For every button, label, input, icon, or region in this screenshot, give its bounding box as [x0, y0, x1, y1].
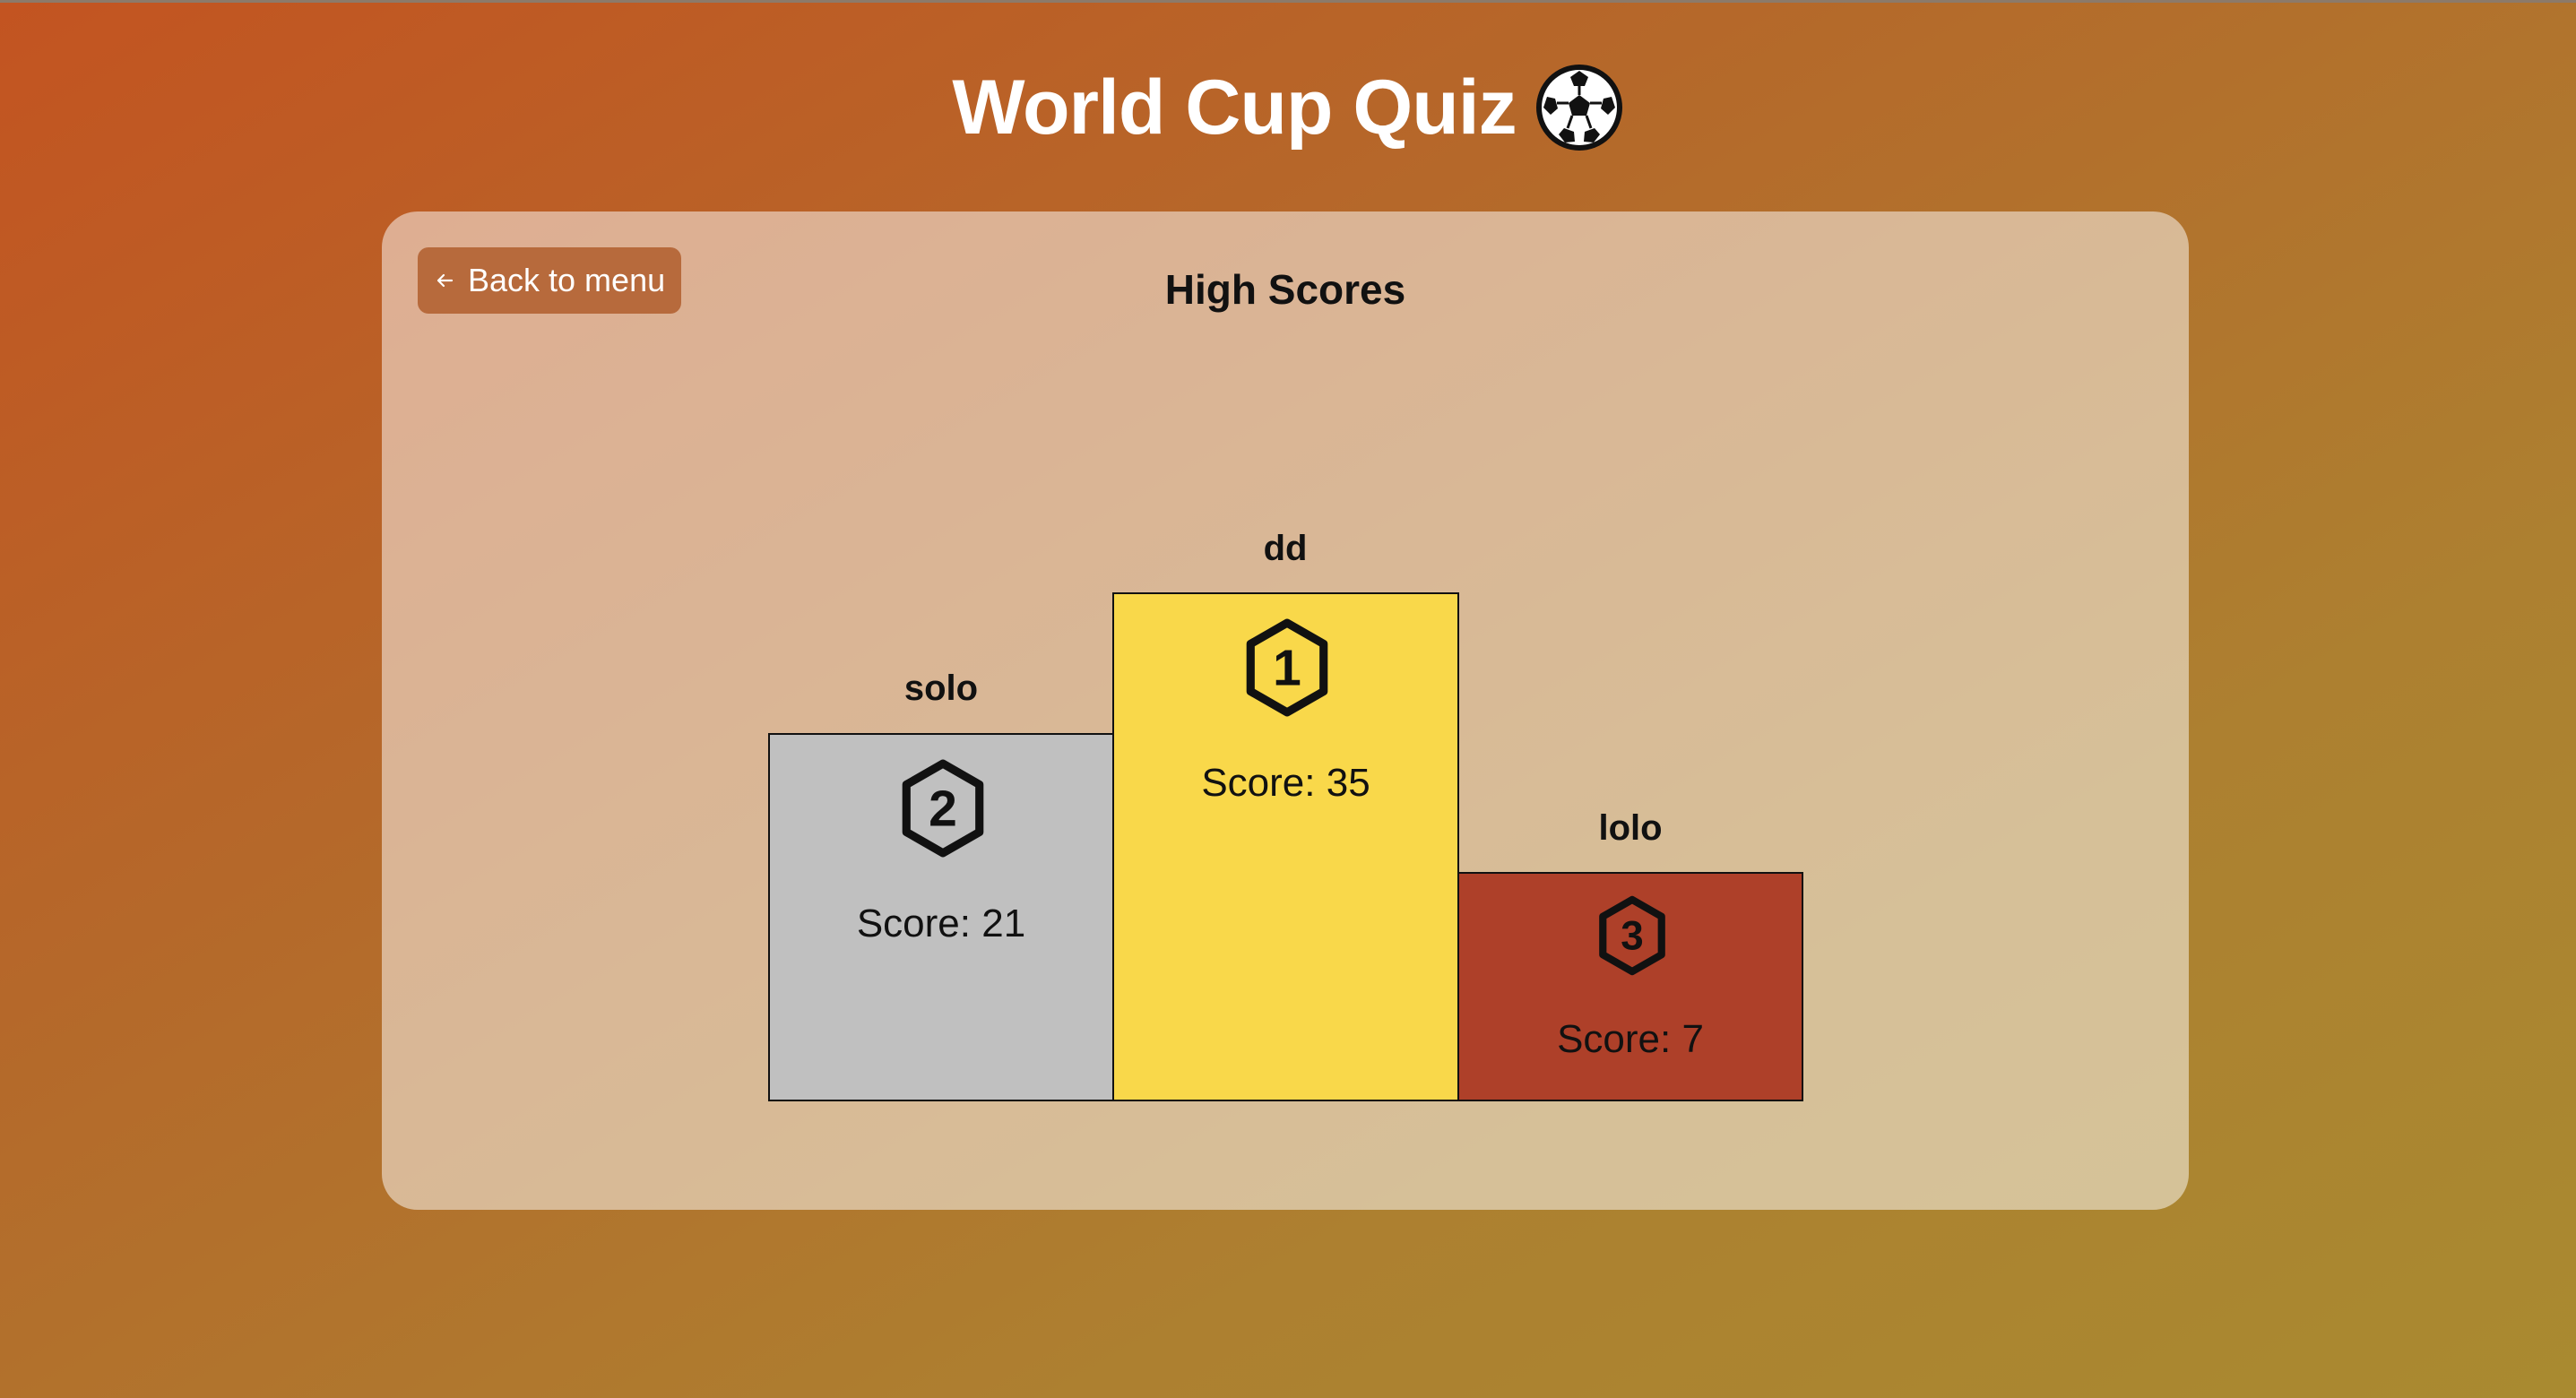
- podium-second-score: Score: 21: [856, 902, 1026, 945]
- high-scores-title: High Scores: [1164, 266, 1406, 313]
- window-top-border: [0, 0, 2576, 3]
- podium-first-name: dd: [1263, 529, 1308, 568]
- podium-first-score: Score: 35: [1201, 761, 1370, 805]
- app-header: World Cup Quiz: [0, 54, 2576, 161]
- svg-text:1: 1: [1273, 639, 1301, 696]
- rank-2-hexagon-icon: 2: [902, 759, 984, 858]
- high-scores-panel: Back to menu High Scores solo 2 Score: 2…: [382, 211, 2189, 1210]
- soccer-ball-icon: [1535, 65, 1622, 151]
- svg-text:3: 3: [1621, 913, 1643, 959]
- podium-third-block: 3 Score: 7: [1457, 872, 1803, 1101]
- podium-third-score: Score: 7: [1557, 1017, 1704, 1061]
- app-title: World Cup Quiz: [952, 64, 1517, 151]
- podium-third-name: lolo: [1598, 808, 1663, 848]
- rank-3-hexagon-icon: 3: [1599, 895, 1665, 976]
- podium-first-block: 1 Score: 35: [1112, 592, 1459, 1101]
- rank-1-hexagon-icon: 1: [1246, 618, 1328, 717]
- podium-second-block: 2 Score: 21: [768, 733, 1114, 1101]
- svg-text:2: 2: [929, 780, 957, 837]
- podium-second-name: solo: [903, 669, 979, 708]
